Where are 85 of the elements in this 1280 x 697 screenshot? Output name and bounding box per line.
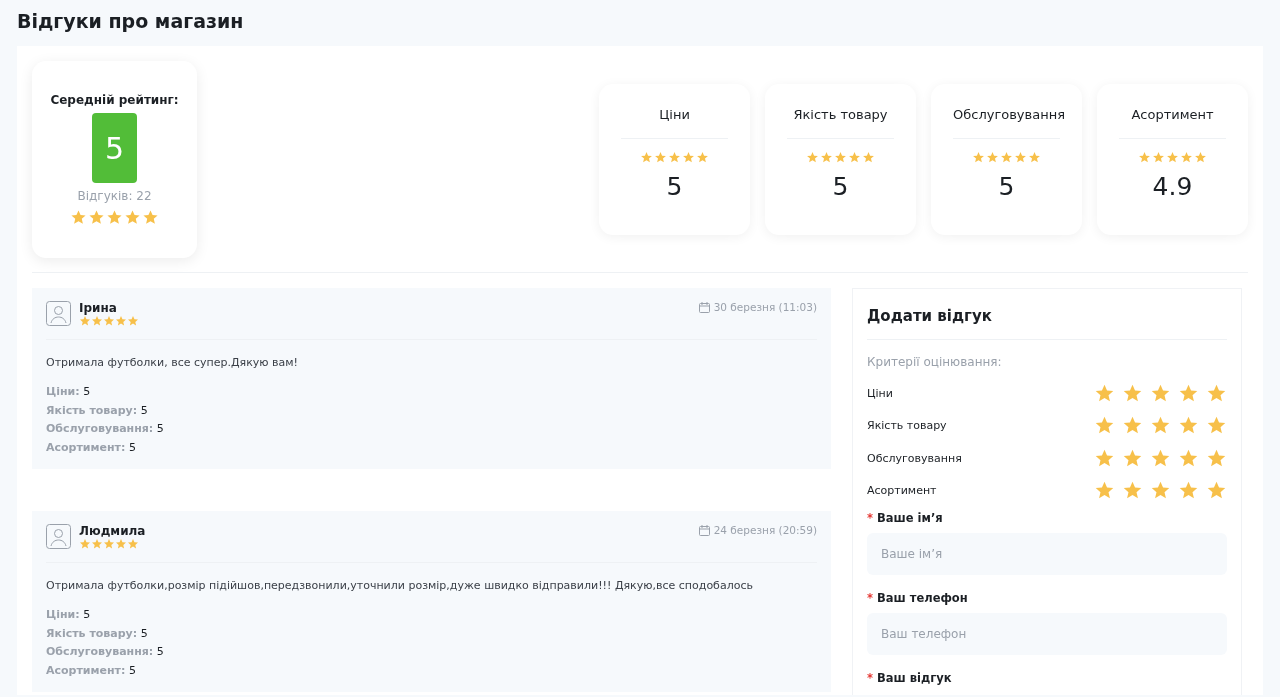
star-icon	[88, 209, 105, 226]
review-text: Отримала футболки, все супер.Дякую вам!	[46, 356, 299, 369]
star-icon	[91, 538, 103, 550]
review-text: Отримала футболки,розмір підійшов,передзвонили,уточнили розмір,дуже швидко відправили!!! Дякую,все сподобалось	[46, 579, 754, 592]
category-name: Ціни	[621, 84, 728, 139]
star-icon	[834, 151, 847, 164]
star-icon	[1206, 447, 1227, 469]
star-icon	[103, 538, 115, 550]
user-icon	[46, 524, 71, 549]
rating-score: 5	[92, 113, 137, 183]
star-icon	[115, 315, 127, 327]
review-date: 24 березня (20:59)	[713, 524, 817, 536]
star-icon	[1194, 151, 1207, 164]
review-count: Відгуків: 22	[77, 189, 152, 203]
star-icon	[986, 151, 999, 164]
review-rating: Обслуговування: 5	[46, 644, 165, 660]
star-icon	[127, 538, 139, 550]
star-icon	[668, 151, 681, 164]
star-icon	[1094, 382, 1115, 404]
category-score: 4.9	[1152, 172, 1193, 201]
star-icon	[1150, 447, 1171, 469]
criterion-name: Якість товару	[867, 419, 947, 433]
calendar-icon	[698, 301, 710, 313]
star-icon	[1166, 151, 1179, 164]
star-icon	[1180, 151, 1193, 164]
star-icon	[1178, 447, 1199, 469]
star-icon	[654, 151, 667, 164]
star-icon	[1014, 151, 1027, 164]
star-icon	[91, 315, 103, 327]
star-icon	[1094, 447, 1115, 469]
review-rating: Асортимент: 5	[46, 439, 137, 456]
review-date: 30 березня (11:03)	[713, 301, 817, 313]
user-icon	[46, 301, 71, 326]
star-icon	[70, 209, 87, 226]
star-icon	[806, 151, 819, 164]
star-icon	[1206, 382, 1227, 404]
star-icon	[820, 151, 833, 164]
criterion-name: Ціни	[867, 386, 893, 400]
star-icon	[115, 538, 127, 550]
review-rating: Асортимент: 5	[46, 662, 137, 679]
input-field[interactable]: Ваше ім’я	[867, 533, 1227, 575]
field-label: * Ваш телефон	[867, 591, 969, 605]
calendar-icon	[698, 524, 710, 536]
input-field[interactable]: Ваш телефон	[867, 613, 1227, 655]
star-icon	[103, 315, 115, 327]
star-icon	[1000, 151, 1013, 164]
star-icon	[848, 151, 861, 164]
review-author: Людмила	[79, 524, 146, 538]
star-icon	[1122, 447, 1143, 469]
star-icon	[1028, 151, 1041, 164]
category-score: 5	[666, 172, 683, 201]
review-rating: Ціни: 5	[46, 384, 92, 400]
criterion-name: Асортимент	[867, 484, 937, 498]
star-icon	[79, 315, 91, 327]
field-label: * Ваше ім’я	[867, 511, 944, 525]
star-icon	[696, 151, 709, 164]
page-title: Відгуки про магазин	[17, 9, 245, 34]
star-icon	[640, 151, 653, 164]
category-score: 5	[832, 172, 849, 201]
rating-label: Середній рейтинг:	[50, 93, 179, 107]
star-icon	[1152, 151, 1165, 164]
review-rating: Якість товару: 5	[46, 625, 149, 642]
category-name: Асортимент	[1119, 84, 1226, 139]
criterion-name: Обслуговування	[867, 451, 962, 465]
star-icon	[1178, 382, 1199, 404]
star-icon	[972, 151, 985, 164]
review-rating: Якість товару: 5	[46, 402, 149, 419]
category-name: Якість товару	[787, 84, 894, 139]
star-icon	[682, 151, 695, 164]
star-icon	[1122, 382, 1143, 404]
review-rating: Обслуговування: 5	[46, 421, 165, 437]
star-icon	[1150, 382, 1171, 404]
review-rating: Ціни: 5	[46, 607, 92, 623]
star-icon	[862, 151, 875, 164]
review-author: Ірина	[79, 301, 118, 315]
criteria-label: Критерії оцінювання:	[867, 355, 1003, 369]
star-icon	[142, 209, 159, 226]
star-icon	[106, 209, 123, 226]
star-icon	[127, 315, 139, 327]
field-label: * Ваш відгук	[867, 671, 953, 685]
form-title: Додати відгук	[867, 303, 1227, 340]
star-icon	[79, 538, 91, 550]
star-icon	[124, 209, 141, 226]
category-score: 5	[998, 172, 1015, 201]
star-icon	[1138, 151, 1151, 164]
